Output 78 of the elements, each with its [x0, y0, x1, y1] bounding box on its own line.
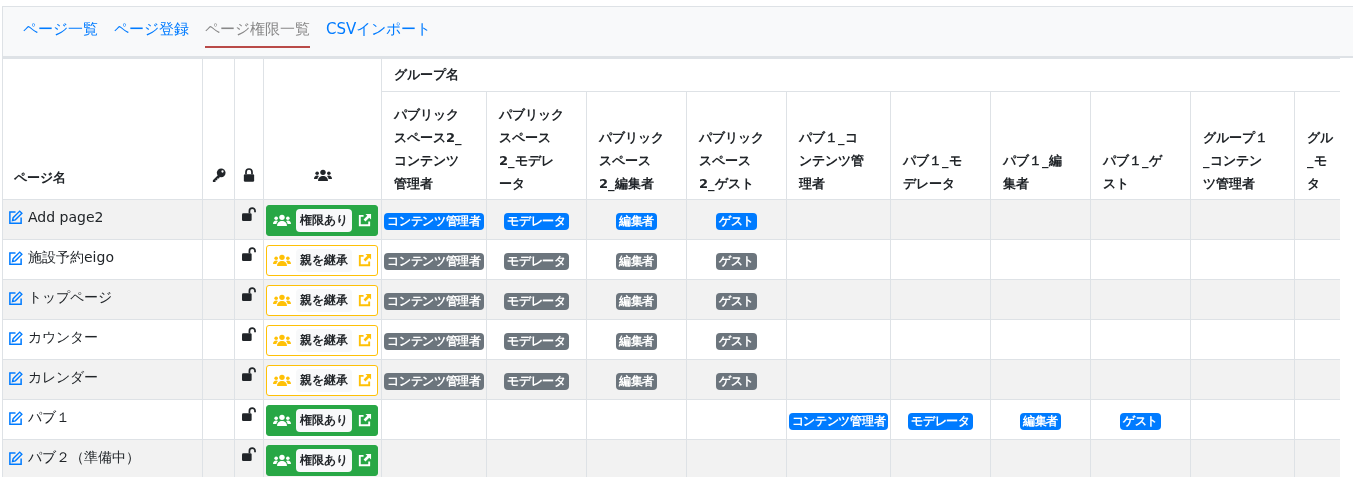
external-link-icon — [357, 213, 372, 228]
role-badge: コンテンツ管理者 — [384, 373, 484, 390]
column-header: パブ１_モ デレータ — [903, 153, 962, 191]
users-icon — [273, 454, 291, 467]
external-link-icon — [357, 413, 372, 428]
role-badge: コンテンツ管理者 — [788, 413, 889, 430]
column-header: パブリック スペース2_ コンテンツ 管理者 — [394, 107, 462, 191]
page-name: トップページ — [28, 289, 112, 307]
nav-tab[interactable]: ページ権限一覧 — [205, 17, 310, 48]
role-badge: コンテンツ管理者 — [384, 253, 484, 270]
column-header: パブ１_ゲ スト — [1103, 153, 1162, 191]
page-name: パブ２（準備中） — [28, 449, 140, 467]
role-badge: 編集者 — [1019, 413, 1062, 430]
external-link-icon — [357, 253, 372, 268]
page-name: カレンダー — [28, 369, 98, 387]
column-header: グループ１ _コンテン ツ管理者 — [1203, 130, 1268, 191]
users-icon — [273, 294, 291, 307]
nav-tab[interactable]: ページ一覧 — [23, 17, 98, 48]
key-icon — [211, 168, 226, 182]
permission-button[interactable]: 親を継承 — [266, 325, 378, 356]
role-badge: モデレータ — [504, 213, 569, 230]
permission-button[interactable]: 親を継承 — [266, 365, 378, 396]
nav-tab[interactable]: ページ登録 — [114, 17, 189, 48]
permission-button[interactable]: 親を継承 — [266, 285, 378, 316]
external-link-icon — [357, 293, 372, 308]
edit-icon[interactable] — [8, 290, 23, 306]
role-badge: ゲスト — [715, 373, 758, 390]
column-header: パブリック スペース 2_モデレ ータ — [499, 107, 564, 191]
external-link-icon — [357, 333, 372, 348]
role-badge: ゲスト — [715, 253, 758, 270]
edit-icon[interactable] — [8, 330, 23, 346]
edit-icon[interactable] — [8, 410, 23, 426]
edit-icon[interactable] — [8, 209, 23, 225]
permission-button[interactable]: 親を継承 — [266, 245, 378, 276]
role-badge: コンテンツ管理者 — [384, 213, 484, 230]
role-badge: コンテンツ管理者 — [384, 333, 484, 350]
column-header: パブ１_編 集者 — [1003, 153, 1062, 191]
nav-tab[interactable]: CSVインポート — [326, 17, 432, 48]
edit-icon[interactable] — [8, 370, 23, 386]
users-icon — [273, 254, 291, 267]
users-icon — [313, 169, 332, 182]
page-name: Add page2 — [28, 209, 104, 225]
edit-icon[interactable] — [8, 250, 23, 266]
role-badge: 編集者 — [615, 253, 658, 270]
role-badge: 編集者 — [615, 373, 658, 390]
edit-icon[interactable] — [8, 450, 23, 466]
external-link-icon — [357, 373, 372, 388]
permission-button[interactable]: 権限あり — [266, 205, 378, 236]
role-badge: コンテンツ管理者 — [384, 293, 484, 310]
page-name: パブ１ — [28, 409, 70, 427]
users-icon — [273, 334, 291, 347]
column-header: パブリック スペース 2_ゲスト — [699, 130, 764, 191]
column-header: パブ１_コ ンテンツ管 理者 — [799, 130, 864, 191]
role-badge: モデレータ — [504, 373, 569, 390]
role-badge: ゲスト — [715, 293, 758, 310]
permission-button[interactable]: 権限あり — [266, 445, 378, 476]
role-badge: 編集者 — [615, 293, 658, 310]
role-badge: ゲスト — [715, 213, 758, 230]
external-link-icon — [357, 453, 372, 468]
permission-button[interactable]: 権限あり — [266, 405, 378, 436]
role-badge: モデレータ — [908, 413, 973, 430]
role-badge: ゲスト — [1119, 413, 1162, 430]
column-header: ページ名 — [14, 170, 66, 185]
users-icon — [273, 414, 291, 427]
users-icon — [273, 374, 291, 387]
column-header: パブリック スペース 2_編集者 — [599, 130, 664, 191]
role-badge: 編集者 — [615, 333, 658, 350]
role-badge: モデレータ — [504, 293, 569, 310]
role-badge: モデレータ — [504, 333, 569, 350]
column-header: グル _モ タ — [1307, 130, 1333, 191]
users-icon — [273, 214, 291, 227]
role-badge: 編集者 — [615, 213, 658, 230]
padlock-icon — [243, 168, 255, 182]
role-badge: モデレータ — [504, 253, 569, 270]
page-name: 施設予約eigo — [28, 249, 114, 267]
page-name: カウンター — [28, 329, 98, 347]
role-badge: ゲスト — [715, 333, 758, 350]
column-group-header: グループ名 — [394, 67, 459, 82]
